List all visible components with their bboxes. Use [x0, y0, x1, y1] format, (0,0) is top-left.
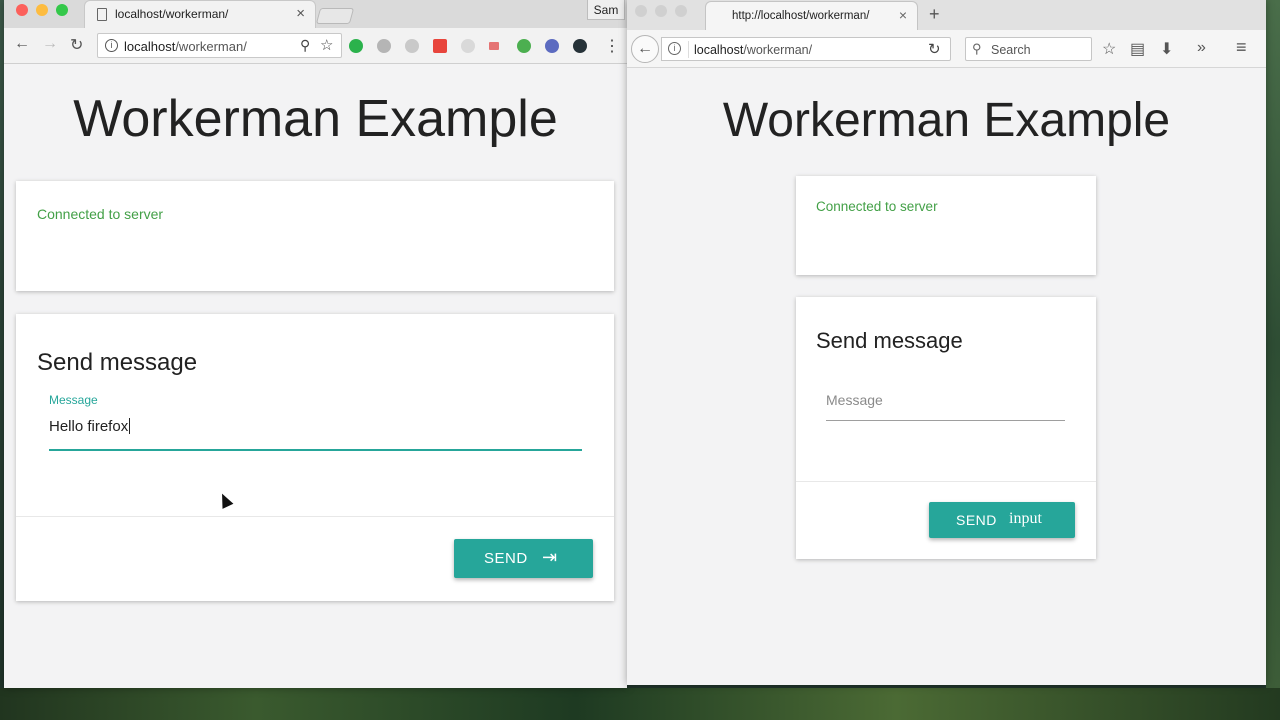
site-info-icon[interactable]: i — [105, 39, 118, 52]
maximize-window-icon[interactable] — [56, 4, 68, 16]
desktop-background-edge — [1266, 0, 1280, 688]
address-url: localhost/workerman/ — [124, 39, 247, 54]
new-tab-button[interactable] — [315, 8, 355, 24]
status-card: Connected to server — [796, 176, 1096, 275]
maximize-window-icon[interactable] — [675, 5, 687, 17]
back-arrow-icon[interactable]: ← — [14, 35, 30, 53]
firefox-tab-active[interactable]: http://localhost/workerman/ × — [705, 1, 918, 30]
firefox-tab-title: http://localhost/workerman/ — [732, 10, 870, 22]
dark-extension-icon[interactable] — [573, 39, 587, 53]
send-message-card: Send message Message Hello firefox SEND … — [16, 314, 614, 601]
reload-icon[interactable]: ↻ — [70, 35, 83, 55]
connection-status: Connected to server — [37, 206, 164, 222]
minimize-window-icon[interactable] — [36, 4, 48, 16]
send-icon-fallback-text: input — [1009, 510, 1042, 527]
back-arrow-icon[interactable]: ← — [631, 35, 659, 63]
text-caret — [129, 418, 131, 434]
address-url: localhost/workerman/ — [694, 43, 812, 57]
zoom-icon[interactable]: ⚲ — [300, 37, 310, 54]
firefox-tab-strip: http://localhost/workerman/ × + — [627, 0, 1266, 30]
firefox-page-content: Workerman Example Connected to server Se… — [627, 69, 1266, 685]
send-message-title: Send message — [37, 349, 198, 376]
firefox-toolbar: ← i localhost/workerman/ ↻ ⚲ Search ☆ ▤ … — [627, 30, 1266, 68]
page-title: Workerman Example — [722, 94, 1171, 147]
message-input-underline — [826, 420, 1065, 421]
leaf-extension-icon[interactable] — [405, 39, 419, 53]
message-input-underline — [49, 449, 582, 451]
bookmark-star-icon[interactable]: ☆ — [320, 36, 333, 54]
close-tab-icon[interactable]: × — [899, 7, 907, 23]
colorful-extension-icon[interactable] — [433, 39, 447, 53]
address-path: /workerman/ — [743, 43, 813, 57]
overflow-chevron-icon[interactable]: » — [1197, 39, 1206, 57]
chrome-tab-title: localhost/workerman/ — [115, 7, 229, 21]
send-button-label: SEND — [484, 550, 528, 567]
card-divider — [16, 516, 614, 517]
site-info-icon[interactable]: i — [668, 42, 681, 55]
close-window-icon[interactable] — [635, 5, 647, 17]
new-tab-button[interactable]: + — [929, 4, 940, 25]
chrome-address-bar[interactable]: i localhost/workerman/ ⚲ ☆ — [97, 33, 342, 58]
send-button[interactable]: SEND input — [929, 502, 1075, 538]
send-message-card: Send message Message SEND input — [796, 297, 1096, 559]
search-placeholder: Search — [991, 43, 1031, 57]
address-path: /workerman/ — [175, 39, 247, 54]
profile-button[interactable]: Sam — [587, 0, 625, 20]
firefox-address-bar[interactable]: i localhost/workerman/ ↻ — [661, 37, 951, 61]
reading-list-icon[interactable]: ▤ — [1130, 39, 1145, 59]
connection-status: Connected to server — [816, 199, 938, 214]
chrome-menu-icon[interactable]: ⋮ — [604, 36, 620, 56]
message-input-placeholder[interactable]: Message — [826, 392, 883, 408]
address-host: localhost — [124, 39, 176, 54]
chrome-tab-active[interactable]: localhost/workerman/ × — [84, 0, 316, 28]
grey-extension-icon[interactable] — [377, 39, 391, 53]
close-tab-icon[interactable]: × — [296, 5, 305, 22]
message-input[interactable]: Hello firefox — [49, 418, 131, 435]
search-input[interactable]: ⚲ Search — [965, 37, 1092, 61]
firefox-window: http://localhost/workerman/ × + ← i loca… — [627, 0, 1266, 685]
search-icon: ⚲ — [972, 41, 982, 56]
minimize-window-icon[interactable] — [655, 5, 667, 17]
bookmark-star-icon[interactable]: ☆ — [1102, 39, 1116, 59]
address-host: localhost — [694, 43, 744, 57]
purple-extension-icon[interactable] — [545, 39, 559, 53]
chrome-window: localhost/workerman/ × Sam ← → ↻ i local… — [4, 0, 627, 688]
green-extension-icon[interactable] — [349, 39, 363, 53]
chrome-page-content: Workerman Example Connected to server Se… — [4, 64, 627, 688]
urlbar-separator — [688, 41, 689, 58]
send-icon: ⇥ — [542, 547, 558, 567]
download-icon[interactable]: ⬇ — [1160, 39, 1173, 59]
circle-extension-icon[interactable] — [461, 39, 475, 53]
card-divider — [796, 481, 1096, 482]
page-icon — [97, 8, 107, 21]
close-window-icon[interactable] — [16, 4, 28, 16]
reload-icon[interactable]: ↻ — [928, 40, 941, 58]
chrome-toolbar: ← → ↻ i localhost/workerman/ ⚲ ☆ ⋮ — [4, 28, 627, 64]
wave-extension-icon[interactable] — [517, 39, 531, 53]
send-message-title: Send message — [816, 328, 963, 353]
send-button[interactable]: SEND ⇥ — [454, 539, 593, 578]
red-extension-icon[interactable] — [489, 42, 499, 50]
message-field-label: Message — [49, 393, 98, 407]
status-card: Connected to server — [16, 181, 614, 291]
hamburger-menu-icon[interactable]: ≡ — [1236, 37, 1247, 58]
message-input-value: Hello firefox — [49, 418, 129, 435]
desktop-background — [0, 688, 1280, 720]
page-title: Workerman Example — [73, 90, 558, 148]
chrome-tab-strip: localhost/workerman/ × Sam — [4, 0, 627, 28]
forward-arrow-icon[interactable]: → — [42, 35, 58, 53]
send-button-label: SEND — [956, 512, 997, 528]
